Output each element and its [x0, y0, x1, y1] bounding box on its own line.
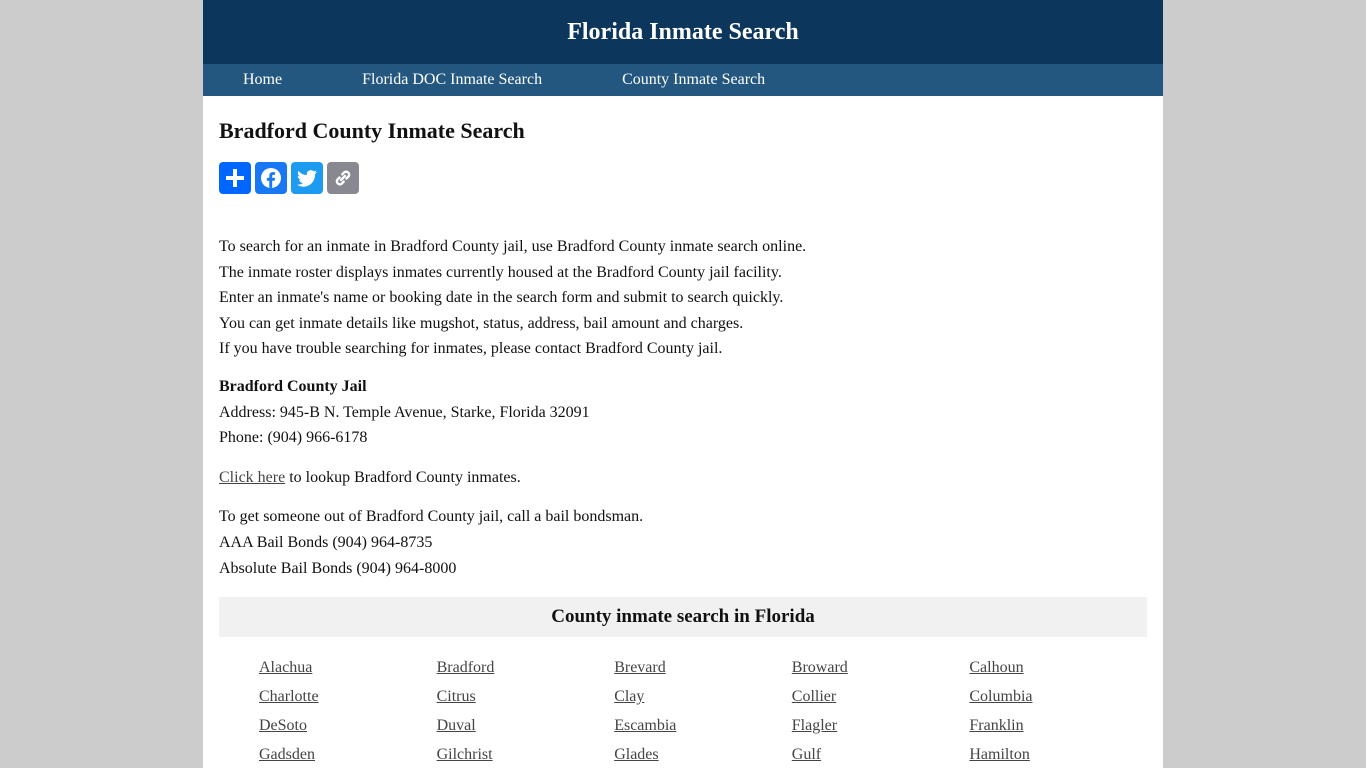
county-link[interactable]: Gilchrist [437, 742, 615, 768]
intro-line: Enter an inmate's name or booking date i… [219, 289, 784, 307]
plus-icon [226, 169, 244, 187]
county-link[interactable]: Brevard [614, 655, 792, 681]
intro-line: If you have trouble searching for inmate… [219, 340, 723, 358]
main-content: Bradford County Inmate Search To search … [203, 96, 1163, 768]
county-link[interactable]: Glades [614, 742, 792, 768]
county-link[interactable]: Flagler [792, 713, 970, 739]
click-here-link[interactable]: Click here [219, 469, 285, 486]
facebook-icon [261, 168, 281, 188]
county-link[interactable]: Alachua [259, 655, 437, 681]
jail-info: Bradford County Jail Address: 945-B N. T… [219, 374, 1147, 451]
county-section: County inmate search in Florida Alachua … [219, 597, 1147, 768]
intro-line: You can get inmate details like mugshot,… [219, 314, 744, 332]
county-link[interactable]: Franklin [969, 713, 1147, 739]
county-grid: Alachua Bradford Brevard Broward Calhoun… [219, 637, 1147, 768]
county-link[interactable]: Escambia [614, 713, 792, 739]
share-buttons [219, 162, 1147, 194]
nav-home[interactable]: Home [243, 71, 282, 89]
link-icon [335, 170, 351, 186]
facebook-share-button[interactable] [255, 162, 287, 194]
intro-line: The inmate roster displays inmates curre… [219, 263, 782, 281]
bail-bondsman: Absolute Bail Bonds (904) 964-8000 [219, 559, 457, 577]
county-link[interactable]: Gadsden [259, 742, 437, 768]
intro-text: To search for an inmate in Bradford Coun… [219, 234, 1147, 362]
county-link[interactable]: Hamilton [969, 742, 1147, 768]
site-title[interactable]: Florida Inmate Search [567, 19, 799, 46]
share-button[interactable] [219, 162, 251, 194]
jail-name: Bradford County Jail [219, 377, 367, 395]
county-link[interactable]: Broward [792, 655, 970, 681]
lookup-block: Click here to lookup Bradford County inm… [219, 465, 1147, 491]
county-section-heading: County inmate search in Florida [219, 597, 1147, 638]
site-header: Florida Inmate Search [203, 0, 1163, 64]
county-link[interactable]: Bradford [437, 655, 615, 681]
county-link[interactable]: Collier [792, 684, 970, 710]
county-link[interactable]: Gulf [792, 742, 970, 768]
jail-phone: Phone: (904) 966-6178 [219, 429, 368, 447]
bail-bondsman: AAA Bail Bonds (904) 964-8735 [219, 533, 433, 551]
page-title: Bradford County Inmate Search [219, 118, 525, 143]
twitter-icon [297, 170, 317, 187]
bail-block: To get someone out of Bradford County ja… [219, 504, 1147, 581]
bail-intro: To get someone out of Bradford County ja… [219, 508, 644, 526]
county-link[interactable]: Columbia [969, 684, 1147, 710]
county-link[interactable]: Clay [614, 684, 792, 710]
nav-florida-doc-inmate-search[interactable]: Florida DOC Inmate Search [362, 71, 542, 89]
lookup-line: Click here to lookup Bradford County inm… [219, 465, 1147, 491]
county-link[interactable]: Duval [437, 713, 615, 739]
jail-address: Address: 945-B N. Temple Avenue, Starke,… [219, 403, 590, 421]
county-link[interactable]: Charlotte [259, 684, 437, 710]
copy-link-button[interactable] [327, 162, 359, 194]
main-nav: Home Florida DOC Inmate Search County In… [203, 64, 1163, 96]
nav-county-inmate-search[interactable]: County Inmate Search [622, 71, 765, 89]
county-link[interactable]: Calhoun [969, 655, 1147, 681]
county-link[interactable]: DeSoto [259, 713, 437, 739]
intro-line: To search for an inmate in Bradford Coun… [219, 238, 807, 255]
page: Florida Inmate Search Home Florida DOC I… [203, 0, 1163, 768]
lookup-text: to lookup Bradford County inmates. [285, 468, 521, 486]
county-link[interactable]: Citrus [437, 684, 615, 710]
twitter-share-button[interactable] [291, 162, 323, 194]
